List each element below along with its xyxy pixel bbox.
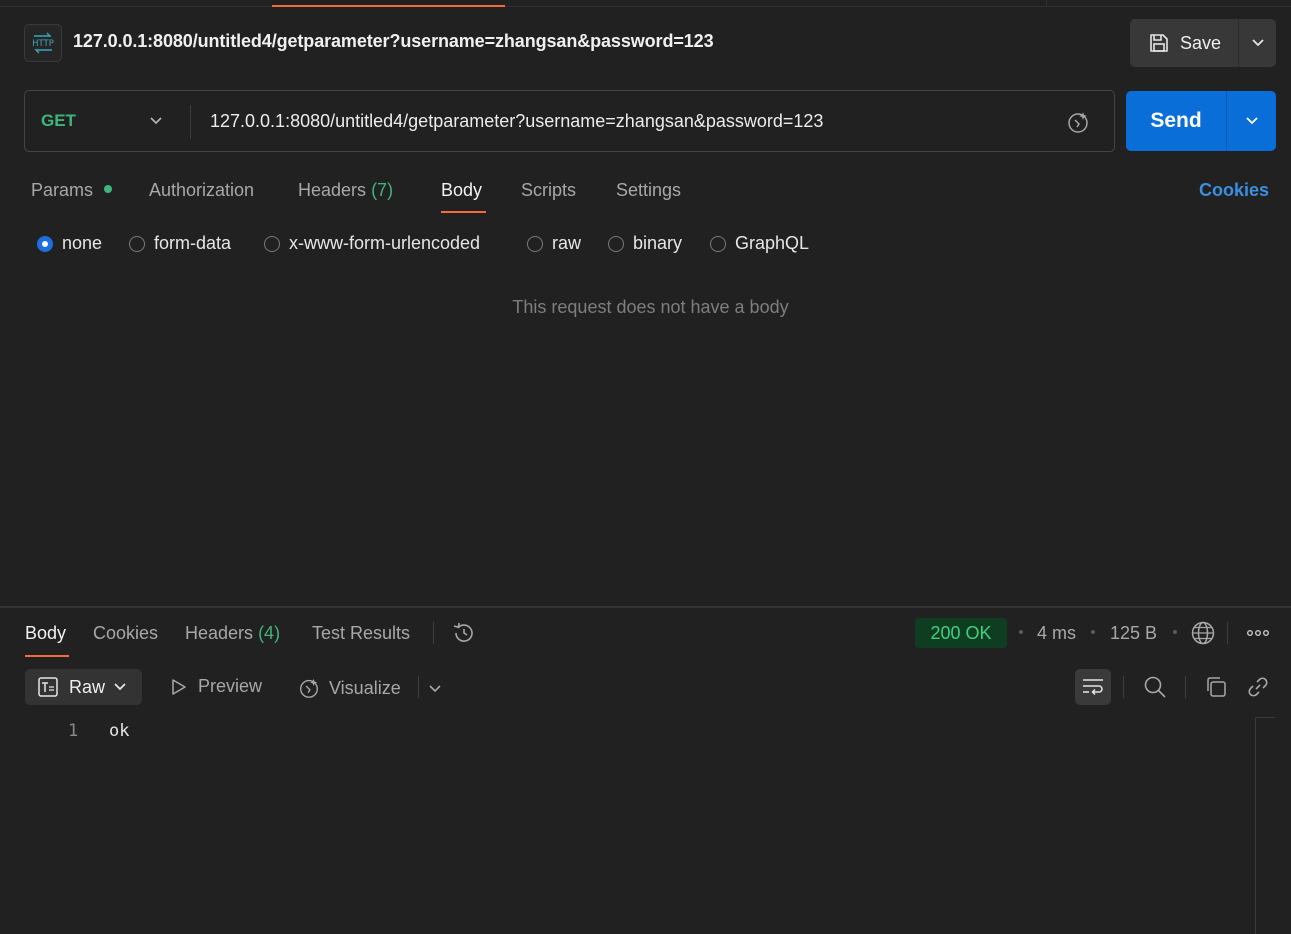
radio-selected-icon bbox=[37, 235, 53, 252]
send-button[interactable]: Send bbox=[1126, 91, 1227, 151]
tab-body[interactable]: Body bbox=[441, 180, 482, 201]
line-number: 1 bbox=[68, 721, 79, 741]
body-type-raw-radio[interactable]: raw bbox=[527, 233, 581, 254]
response-body-line[interactable]: ok bbox=[109, 721, 129, 741]
send-options-button[interactable] bbox=[1227, 91, 1276, 151]
copy-icon[interactable] bbox=[1203, 674, 1229, 700]
save-button[interactable]: Save bbox=[1130, 19, 1239, 67]
http-badge-label: HTTP bbox=[32, 39, 54, 49]
response-format-label: Raw bbox=[69, 676, 106, 697]
chevron-down-icon bbox=[114, 683, 126, 691]
params-active-dot bbox=[104, 185, 112, 193]
tab-scripts[interactable]: Scripts bbox=[521, 180, 576, 201]
tab-strip-divider bbox=[1046, 0, 1047, 6]
response-tab-headers[interactable]: Headers (4) bbox=[185, 623, 280, 644]
response-tab-test-results[interactable]: Test Results bbox=[312, 623, 410, 644]
body-type-graphql-radio[interactable]: GraphQL bbox=[710, 233, 809, 254]
tab-headers-label: Headers bbox=[298, 180, 367, 200]
wrap-lines-button[interactable] bbox=[1075, 669, 1111, 705]
toolbar-separator bbox=[418, 676, 419, 698]
meta-dot-separator bbox=[1091, 630, 1095, 634]
wrap-text-icon bbox=[1083, 679, 1103, 696]
tab-body-underline bbox=[441, 211, 486, 213]
body-type-binary-label: binary bbox=[633, 233, 683, 253]
radio-icon bbox=[527, 235, 543, 252]
response-pane-divider[interactable] bbox=[0, 606, 1291, 608]
response-time[interactable]: 4 ms bbox=[1037, 623, 1076, 644]
response-tabs-separator bbox=[433, 622, 434, 644]
search-icon[interactable] bbox=[1142, 674, 1168, 700]
body-type-form-data-radio[interactable]: form-data bbox=[129, 233, 231, 254]
active-tab-indicator bbox=[272, 5, 505, 7]
body-type-form-data-label: form-data bbox=[154, 233, 232, 253]
response-tab-headers-count: (4) bbox=[258, 623, 281, 643]
request-title[interactable]: 127.0.0.1:8080/untitled4/getparameter?us… bbox=[73, 31, 714, 52]
tab-settings[interactable]: Settings bbox=[616, 180, 681, 201]
status-badge[interactable]: 200 OK bbox=[915, 618, 1007, 648]
toolbar-separator bbox=[1123, 676, 1124, 698]
cookies-link[interactable]: Cookies bbox=[1199, 180, 1269, 201]
response-tab-cookies[interactable]: Cookies bbox=[93, 623, 158, 644]
play-icon bbox=[172, 678, 186, 695]
body-type-graphql-label: GraphQL bbox=[735, 233, 810, 253]
response-tab-body-underline bbox=[25, 655, 69, 657]
body-type-urlencoded-radio[interactable]: x-www-form-urlencoded bbox=[264, 233, 480, 254]
visualize-label: Visualize bbox=[329, 677, 401, 698]
chevron-down-icon bbox=[1251, 39, 1264, 47]
save-icon bbox=[1150, 34, 1168, 52]
body-type-raw-label: raw bbox=[552, 233, 582, 253]
send-button-group: Send bbox=[1126, 91, 1276, 151]
visualize-options-chevron-down-icon[interactable] bbox=[428, 681, 442, 699]
send-label: Send bbox=[1150, 109, 1202, 132]
tab-headers[interactable]: Headers (7) bbox=[298, 180, 393, 201]
history-icon[interactable] bbox=[451, 620, 477, 651]
meta-dot-separator bbox=[1173, 630, 1177, 634]
radio-icon bbox=[264, 235, 280, 252]
response-tab-body[interactable]: Body bbox=[25, 623, 66, 644]
response-format-select[interactable]: Raw bbox=[25, 669, 142, 705]
tab-params[interactable]: Params bbox=[31, 180, 93, 201]
chevron-down-icon bbox=[1245, 117, 1258, 125]
save-options-button[interactable] bbox=[1239, 19, 1276, 67]
radio-icon bbox=[129, 235, 145, 252]
tab-authorization[interactable]: Authorization bbox=[149, 180, 254, 201]
url-bar: GET 127.0.0.1:8080/untitled4/getparamete… bbox=[24, 90, 1115, 152]
body-type-binary-radio[interactable]: binary bbox=[608, 233, 682, 254]
response-tab-headers-label: Headers bbox=[185, 623, 254, 643]
save-button-group: Save bbox=[1130, 19, 1276, 67]
response-scrollbar[interactable] bbox=[1255, 717, 1275, 934]
http-request-icon: HTTP bbox=[24, 24, 62, 62]
response-size[interactable]: 125 B bbox=[1110, 623, 1157, 644]
text-format-icon bbox=[38, 677, 58, 697]
toolbar-separator bbox=[1185, 676, 1186, 698]
url-bar-divider bbox=[190, 105, 191, 139]
visualize-button[interactable]: Visualize bbox=[297, 676, 401, 700]
tab-headers-count: (7) bbox=[371, 180, 394, 200]
url-input[interactable]: 127.0.0.1:8080/untitled4/getparameter?us… bbox=[210, 111, 823, 132]
visualize-magic-icon bbox=[300, 678, 318, 698]
body-type-none-label: none bbox=[62, 233, 103, 253]
preview-button[interactable]: Preview bbox=[170, 676, 262, 697]
radio-icon bbox=[608, 235, 624, 252]
radio-icon bbox=[710, 235, 726, 252]
body-type-none-radio[interactable]: none bbox=[37, 233, 102, 254]
meta-separator bbox=[1227, 622, 1228, 644]
body-type-urlencoded-label: x-www-form-urlencoded bbox=[289, 233, 481, 253]
more-options-icon[interactable] bbox=[1246, 626, 1270, 644]
tab-strip-border bbox=[0, 6, 1291, 7]
empty-body-message: This request does not have a body bbox=[512, 297, 789, 317]
globe-icon[interactable] bbox=[1190, 620, 1216, 651]
method-select[interactable]: GET bbox=[41, 111, 76, 131]
method-chevron-down-icon[interactable] bbox=[149, 113, 163, 131]
preview-label: Preview bbox=[198, 676, 263, 696]
save-label: Save bbox=[1180, 32, 1222, 53]
code-snippet-magic-icon[interactable] bbox=[1065, 109, 1091, 140]
link-icon[interactable] bbox=[1245, 674, 1271, 700]
meta-dot-separator bbox=[1019, 630, 1023, 634]
